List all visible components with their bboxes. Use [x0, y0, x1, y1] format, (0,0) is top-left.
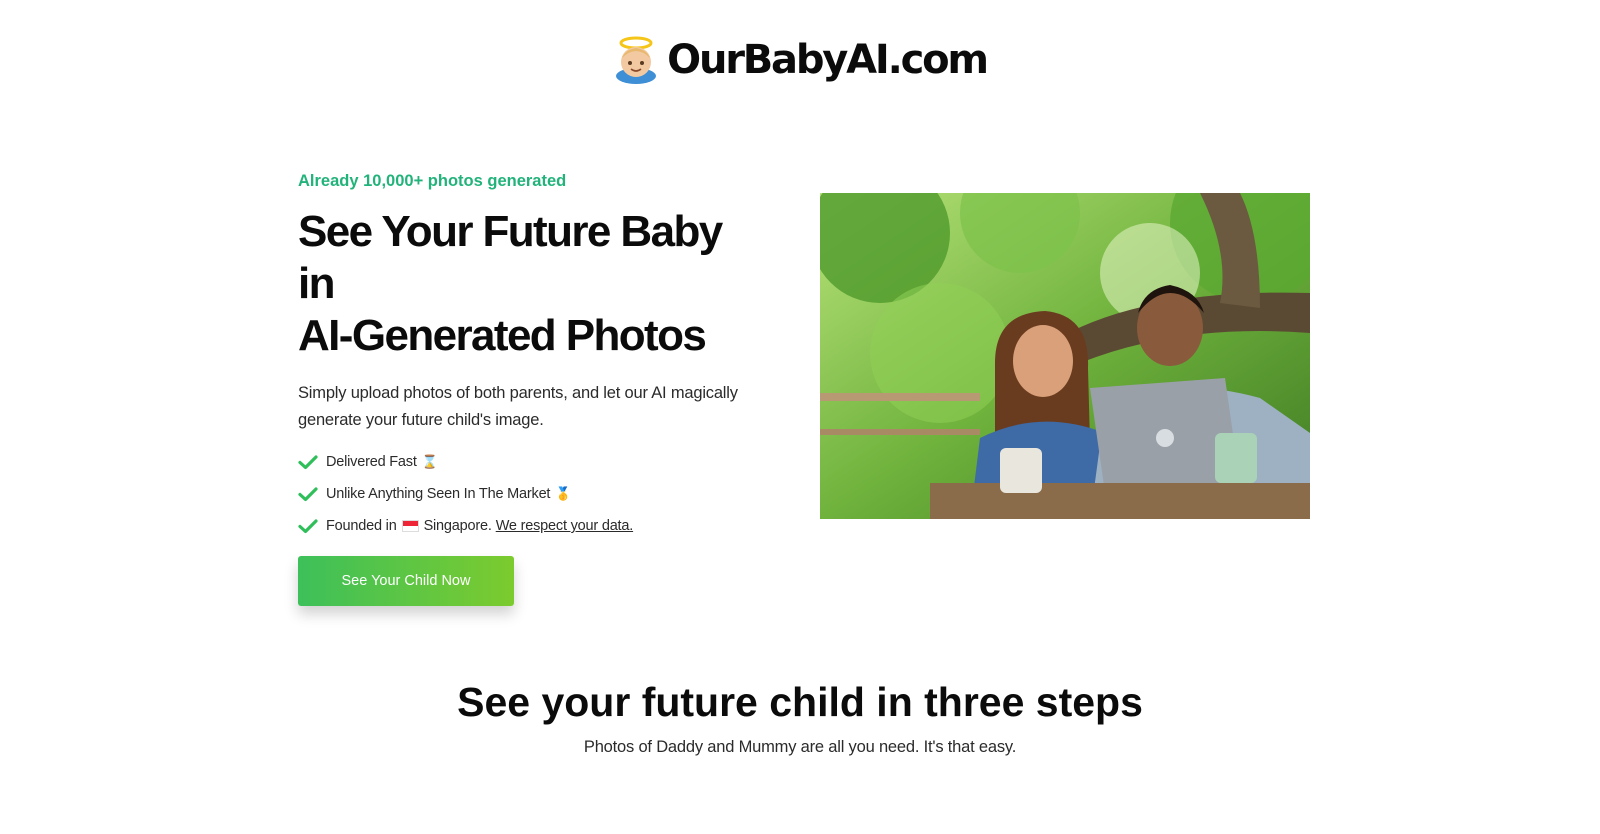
- feature-item: Founded in Singapore. We respect your da…: [298, 510, 768, 542]
- brand-name: OurBabyAI.com: [667, 37, 989, 83]
- site-logo[interactable]: OurBabyAI.com: [0, 36, 1600, 84]
- singapore-flag-icon: [401, 520, 419, 532]
- feature-item: Unlike Anything Seen In The Market 🥇: [298, 478, 768, 510]
- steps-title: See your future child in three steps: [457, 679, 1143, 725]
- feature-list: Delivered Fast ⌛ Unlike Anything Seen In…: [298, 446, 768, 542]
- baby-angel-icon: [616, 36, 657, 84]
- see-your-child-button[interactable]: See Your Child Now: [298, 556, 514, 606]
- hourglass-icon: ⌛: [421, 454, 438, 469]
- check-icon: [298, 455, 318, 470]
- steps-subtitle: Photos of Daddy and Mummy are all you ne…: [583, 738, 1017, 756]
- privacy-link[interactable]: We respect your data.: [496, 518, 634, 534]
- hero-tagline: Already 10,000+ photos generated: [298, 172, 567, 190]
- feature-text: Founded in: [326, 518, 397, 534]
- feature-text-location: Singapore.: [423, 518, 492, 534]
- check-icon: [298, 519, 318, 534]
- hero-section: Already 10,000+ photos generated See You…: [298, 170, 768, 606]
- hero-subtitle: Simply upload photos of both parents, an…: [298, 384, 738, 429]
- hero-title-line2: AI-Generated Photos: [298, 311, 707, 360]
- check-icon: [298, 487, 318, 502]
- landing-page: OurBabyAI.com Already 10,000+ photos gen…: [0, 0, 1600, 834]
- medal-icon: 🥇: [555, 486, 572, 501]
- feature-item: Delivered Fast ⌛: [298, 446, 768, 478]
- feature-text: Delivered Fast: [326, 454, 417, 470]
- hero-photo-image: [820, 193, 1310, 519]
- hero-title-line1: See Your Future Baby in: [298, 207, 723, 308]
- hero-title: See Your Future Baby in AI-Generated Pho…: [298, 206, 768, 362]
- steps-section: See your future child in three steps Pho…: [0, 674, 1600, 757]
- couple-with-laptop-photo: [820, 193, 1310, 519]
- feature-text: Unlike Anything Seen In The Market: [326, 486, 551, 502]
